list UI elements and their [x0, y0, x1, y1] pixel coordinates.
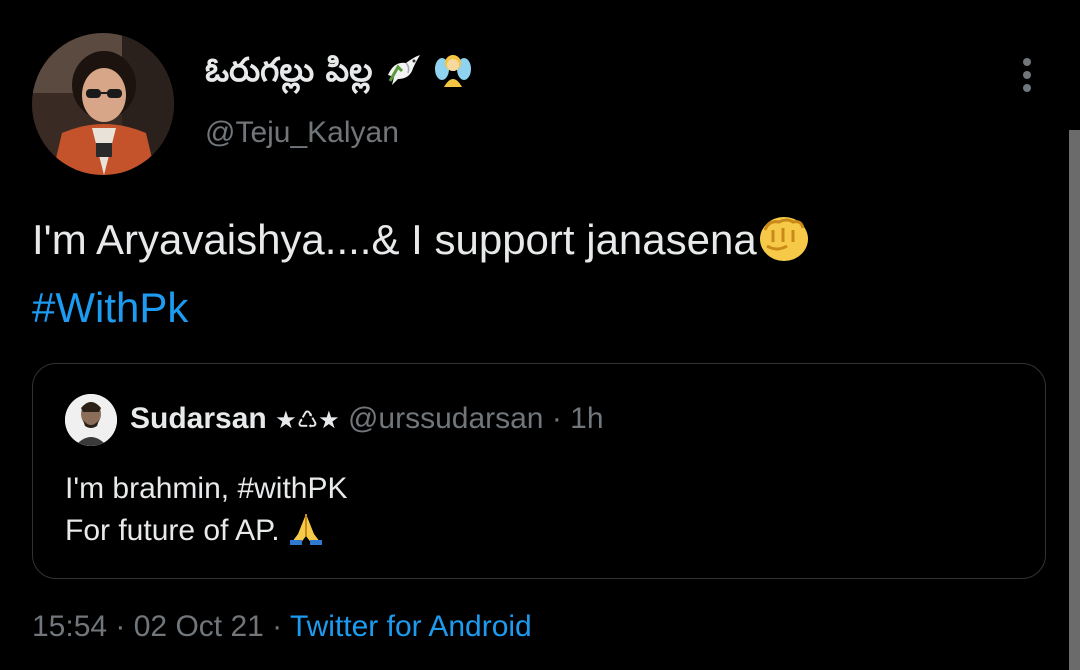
author-avatar[interactable] — [32, 33, 174, 175]
scrollbar-thumb[interactable] — [1069, 130, 1080, 670]
author-display-name[interactable]: ఓరుగల్లు పిల్ల — [205, 50, 472, 97]
tweet-source-link[interactable]: Twitter for Android — [290, 610, 532, 643]
tweet-metadata: 15:54 · 02 Oct 21 · Twitter for Android — [32, 610, 532, 643]
raised-fist-emoji-icon — [757, 212, 811, 278]
tweet-hashtag-link[interactable]: #WithPk — [32, 278, 1032, 338]
tweet-time[interactable]: 15:54 — [32, 610, 107, 643]
quoted-author-avatar[interactable] — [65, 394, 117, 446]
more-options-icon[interactable] — [1010, 56, 1044, 96]
quoted-author-name[interactable]: Sudarsan — [130, 402, 267, 435]
quoted-tweet-text: I'm brahmin, #withPK For future of AP. — [65, 468, 348, 558]
quoted-tweet-card[interactable]: Sudarsan ★♺★ @urssudarsan · 1h I'm brahm… — [32, 363, 1046, 579]
avatar-photo-icon — [32, 33, 174, 175]
author-username[interactable]: @Teju_Kalyan — [205, 116, 399, 150]
quoted-tweet-time: · 1h — [551, 402, 604, 435]
tweet-text: I'm Aryavaishya....& I support janasena … — [32, 210, 1032, 338]
dove-emoji-icon — [384, 53, 422, 95]
quoted-tweet-header: Sudarsan ★♺★ @urssudarsan · 1h — [130, 402, 604, 436]
tweet-detail-view: ఓరుగల్లు పిల్ల @Teju_Kalyan I'm Aryavais… — [0, 0, 1080, 670]
quoted-text-line-2: For future of AP. — [65, 510, 348, 558]
fairy-emoji-icon — [434, 51, 472, 95]
tweet-text-line: I'm Aryavaishya....& I support janasena — [32, 210, 1032, 278]
folded-hands-emoji-icon — [288, 512, 324, 558]
quoted-author-handle[interactable]: @urssudarsan — [348, 402, 544, 435]
quoted-author-name-decoration: ★♺★ — [275, 406, 340, 434]
quoted-avatar-photo-icon — [65, 394, 117, 446]
tweet-date[interactable]: 02 Oct 21 — [134, 610, 264, 643]
quoted-text-line-1: I'm brahmin, #withPK — [65, 472, 348, 505]
